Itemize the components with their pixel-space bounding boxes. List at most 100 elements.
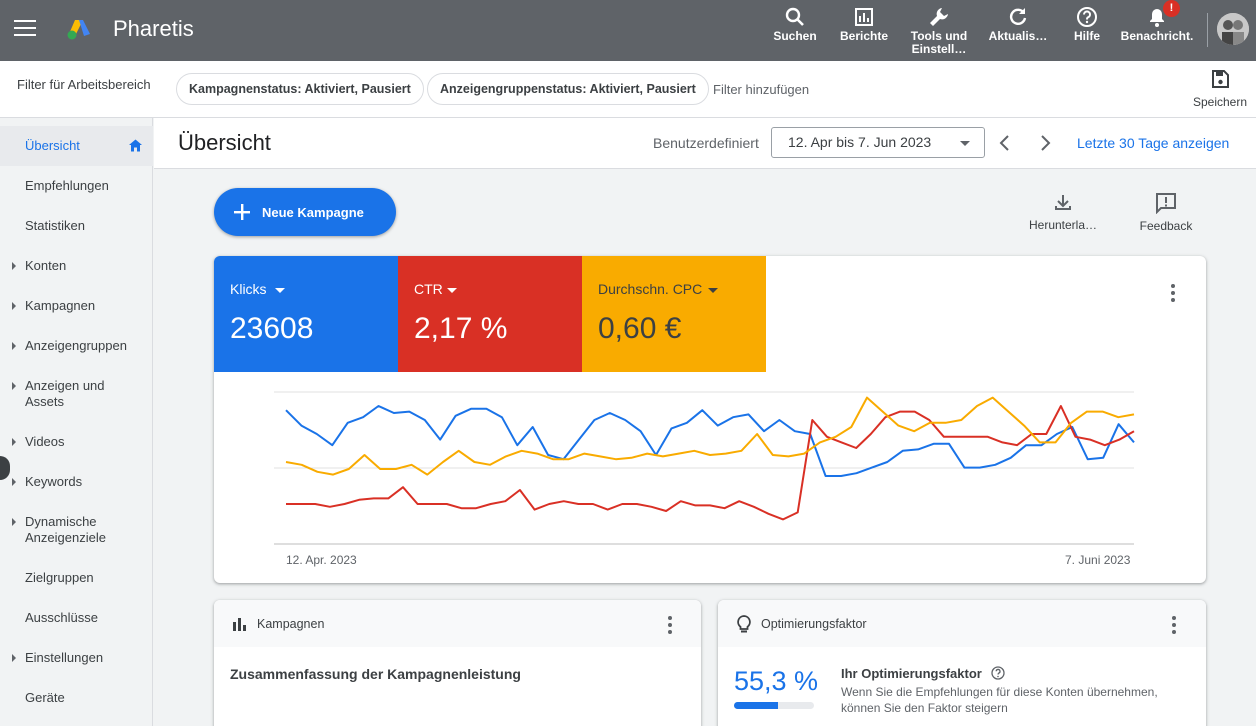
caret-right-icon: [12, 654, 16, 662]
sidebar-item-label: Konten: [25, 258, 67, 273]
sidebar-item-label: Anzeigengruppen: [25, 338, 127, 353]
sidebar-item-label: Dynamische Anzeigenziele: [25, 514, 106, 545]
campaigns-card: Kampagnen Zusammenfassung der Kampagnenl…: [214, 600, 701, 726]
card-subtitle: Zusammenfassung der Kampagnenleistung: [230, 666, 521, 682]
more-options-icon[interactable]: [668, 616, 672, 637]
card-title: Optimierungsfaktor: [761, 617, 867, 631]
filter-label: Filter für Arbeitsbereich: [17, 77, 151, 92]
app-name: Pharetis: [113, 16, 194, 41]
help-icon: [1077, 7, 1097, 27]
reports-button[interactable]: Berichte: [836, 4, 892, 43]
add-filter-button[interactable]: Filter hinzufügen: [713, 82, 809, 97]
help-label: Hilfe: [1073, 29, 1100, 43]
google-ads-logo-icon: [66, 18, 92, 40]
sidebar-item-label: Übersicht: [25, 138, 80, 153]
sidebar-item-label: Einstellungen: [25, 650, 104, 665]
sidebar-item-label: Statistiken: [25, 218, 85, 233]
series-line-2: [286, 405, 1135, 521]
sidebar-item-label: Kampagnen: [25, 298, 96, 313]
metric-name: Klicks: [230, 281, 267, 297]
filter-bar: Filter für Arbeitsbereich Kampagnenstatu…: [0, 61, 1256, 118]
more-options-icon[interactable]: [1172, 616, 1176, 637]
avatar[interactable]: [1217, 13, 1249, 45]
notifications-button[interactable]: ! Benachricht.: [1118, 0, 1196, 43]
home-icon: [129, 139, 142, 152]
caret-right-icon: [12, 478, 16, 486]
sidebar-item-label: Videos: [25, 434, 65, 449]
metric-name: CTR: [414, 281, 443, 297]
caret-down-icon: [275, 288, 285, 293]
date-mode-label: Benutzerdefiniert: [653, 135, 759, 151]
more-options-icon[interactable]: [1171, 284, 1175, 305]
caret-down-icon: [708, 288, 718, 293]
sidebar-item-label: Ausschlüsse: [25, 610, 98, 625]
caret-right-icon: [12, 342, 16, 350]
wrench-icon: [930, 8, 948, 26]
plus-icon: [234, 204, 250, 220]
previous-period-icon[interactable]: [994, 132, 1016, 154]
sidebar-item-label: Anzeigen und Assets: [25, 378, 105, 409]
metric-name: Durchschn. CPC: [598, 281, 703, 297]
metric-tile-cpc[interactable]: Durchschn. CPC 0,60 €: [582, 256, 766, 372]
overview-card: Klicks 23608 CTR 2,17 % Durchschn. CPC 0…: [214, 256, 1206, 583]
search-icon: [785, 7, 804, 26]
date-range-select[interactable]: 12. Apr bis 7. Jun 2023: [771, 127, 985, 158]
card-title: Kampagnen: [257, 617, 325, 631]
notification-badge: !: [1163, 0, 1180, 17]
refresh-icon: [1009, 8, 1027, 25]
adgroup-status-chip[interactable]: Anzeigengruppenstatus: Aktiviert, Pausie…: [427, 73, 709, 105]
save-button[interactable]: Speichern: [1190, 67, 1250, 109]
reports-icon: [855, 8, 873, 26]
refresh-button[interactable]: Aktualis…: [988, 4, 1048, 43]
caret-right-icon: [12, 382, 16, 390]
next-period-icon[interactable]: [1034, 132, 1056, 154]
tools-button[interactable]: Tools und Einstell…: [906, 4, 972, 56]
series-line-3: [285, 396, 1135, 476]
new-campaign-button[interactable]: Neue Kampagne: [214, 188, 396, 236]
search-label: Suchen: [773, 29, 817, 43]
divider: [1207, 13, 1208, 47]
sidebar-item-label: Empfehlungen: [25, 178, 109, 193]
caret-down-icon: [447, 288, 457, 293]
feedback-label: Feedback: [1139, 219, 1193, 233]
feedback-button[interactable]: Feedback: [1130, 192, 1202, 233]
metric-tile-clicks[interactable]: Klicks 23608: [214, 256, 398, 372]
optimization-progress-bar: [734, 702, 814, 709]
bar-chart-icon: [233, 618, 246, 631]
caret-right-icon: [12, 302, 16, 310]
metric-value: 0,60 €: [598, 312, 682, 345]
last-30-days-link[interactable]: Letzte 30 Tage anzeigen: [1077, 135, 1229, 151]
tools-label: Tools und Einstell…: [910, 29, 968, 56]
metric-tile-ctr[interactable]: CTR 2,17 %: [398, 256, 582, 372]
sidebar-item-label: Geräte: [25, 690, 65, 705]
notifications-label: Benachricht.: [1120, 29, 1194, 43]
optimization-score: 55,3 %: [734, 666, 819, 696]
menu-icon[interactable]: [14, 20, 36, 38]
top-bar: Pharetis Suchen Berichte Tools und Einst…: [0, 0, 1256, 61]
caret-right-icon: [12, 438, 16, 446]
date-range-value: 12. Apr bis 7. Jun 2023: [788, 134, 932, 150]
sidebar-item-overview[interactable]: Übersicht: [0, 126, 153, 166]
metric-value: 23608: [230, 312, 314, 345]
optimization-heading-text: Ihr Optimierungsfaktor: [841, 666, 982, 681]
overview-chart: [274, 391, 1135, 545]
download-button[interactable]: Herunterla…: [1020, 192, 1106, 232]
refresh-label: Aktualis…: [988, 29, 1048, 43]
x-axis-start-label: 12. Apr. 2023: [286, 553, 357, 567]
optimization-card: Optimierungsfaktor 55,3 % Ihr Optimierun…: [718, 600, 1206, 726]
search-button[interactable]: Suchen: [770, 4, 820, 43]
help-button[interactable]: Hilfe: [1066, 4, 1108, 43]
page-title: Übersicht: [178, 130, 271, 155]
new-campaign-label: Neue Kampagne: [262, 205, 364, 220]
optimization-progress-fill: [734, 702, 779, 709]
help-icon[interactable]: [991, 666, 1006, 680]
feedback-icon: [1156, 193, 1176, 214]
optimization-heading: Ihr Optimierungsfaktor: [841, 666, 1006, 681]
campaign-status-chip[interactable]: Kampagnenstatus: Aktiviert, Pausiert: [176, 73, 424, 105]
lightbulb-icon: [737, 615, 751, 633]
save-icon: [1212, 70, 1229, 88]
page-header: Übersicht Benutzerdefiniert 12. Apr bis …: [154, 118, 1256, 169]
download-label: Herunterla…: [1028, 218, 1098, 232]
caret-right-icon: [12, 518, 16, 526]
save-label: Speichern: [1192, 95, 1248, 109]
